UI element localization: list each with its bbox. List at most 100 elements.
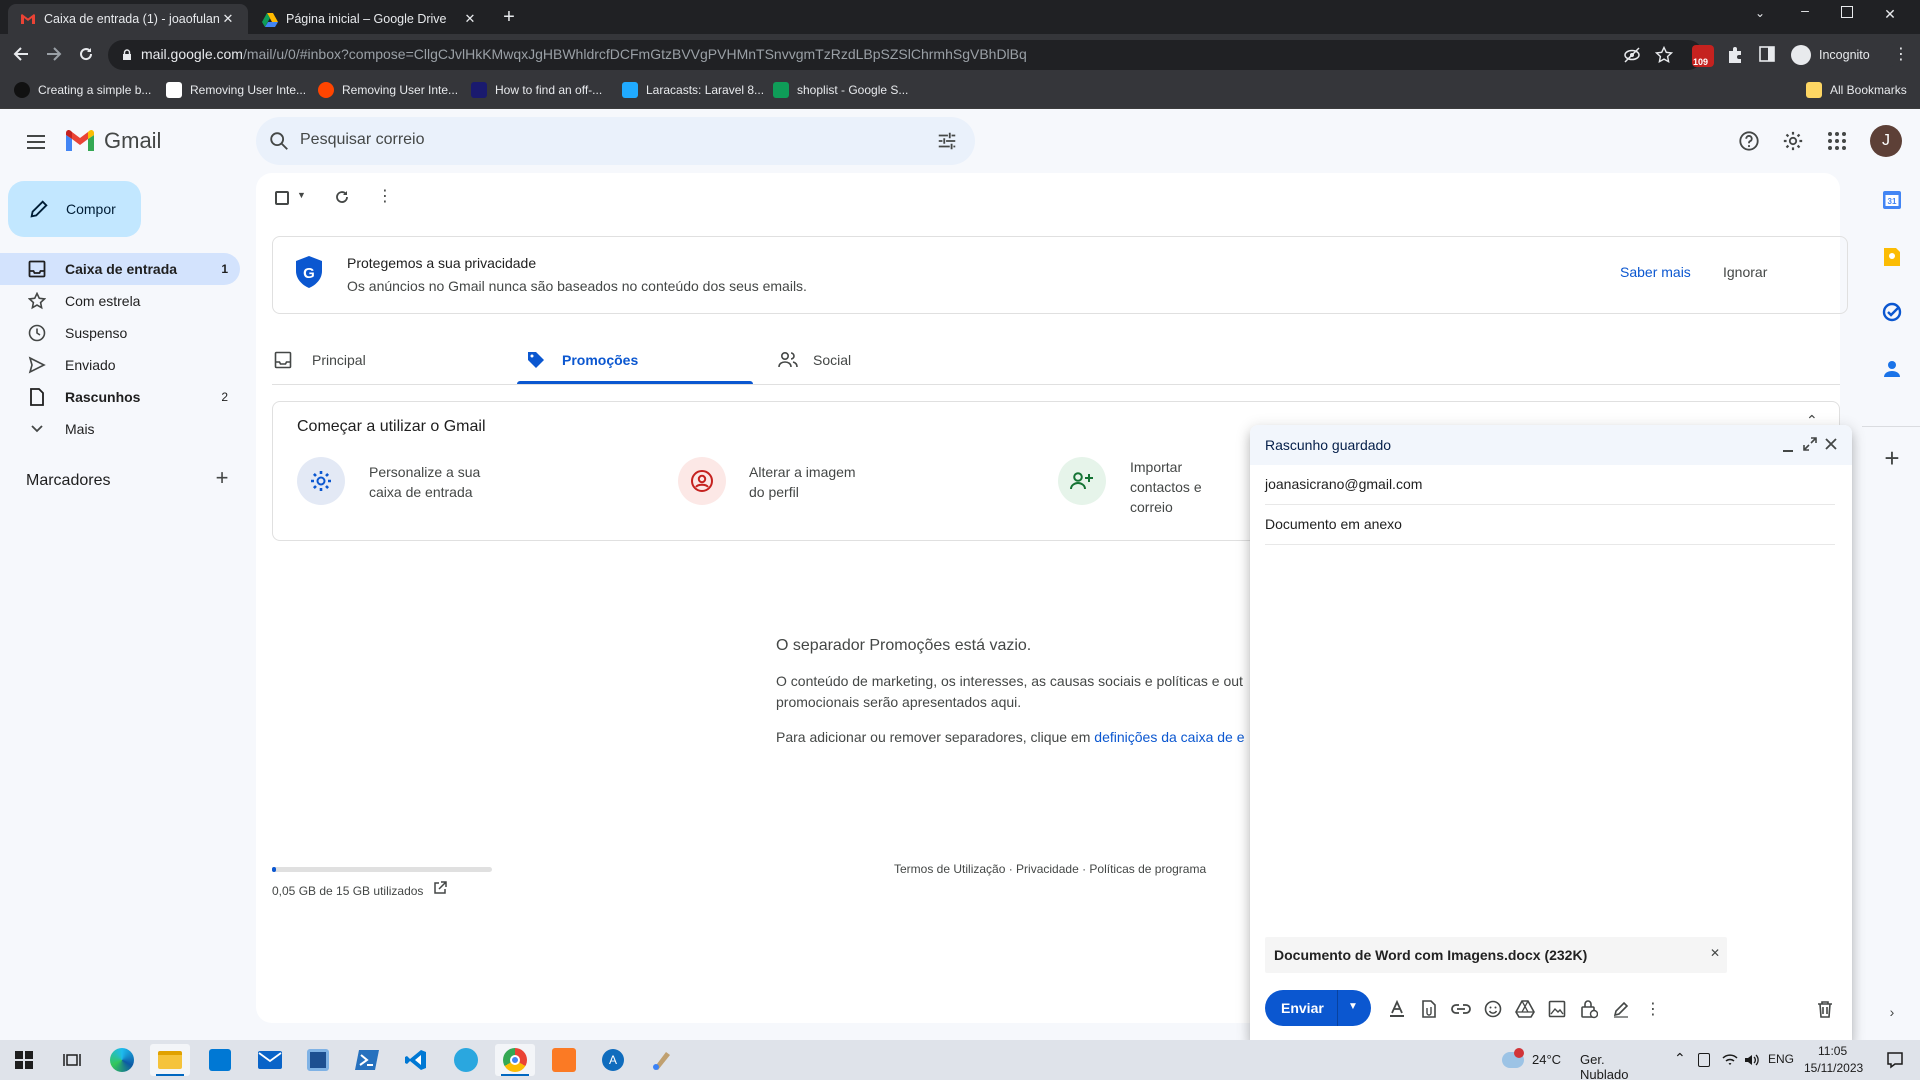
subject-field[interactable]: Documento em anexo bbox=[1265, 505, 1835, 545]
sidebar-item-snoozed[interactable]: Suspenso bbox=[0, 317, 240, 349]
confidential-mode-icon[interactable] bbox=[1577, 997, 1601, 1021]
microsoft-store-icon[interactable] bbox=[200, 1044, 240, 1076]
file-explorer-icon[interactable] bbox=[150, 1044, 190, 1076]
settings-gear-icon[interactable] bbox=[1782, 130, 1804, 152]
footer-links[interactable]: Termos de Utilização · Privacidade · Pol… bbox=[894, 862, 1206, 876]
paint-app-icon[interactable] bbox=[642, 1044, 682, 1076]
edge-browser-icon[interactable] bbox=[102, 1044, 142, 1076]
search-input[interactable]: Pesquisar correio bbox=[300, 131, 425, 149]
lock-icon[interactable] bbox=[121, 49, 133, 61]
customize-inbox-icon[interactable] bbox=[297, 457, 345, 505]
send-button[interactable]: Enviar ▼ bbox=[1265, 990, 1371, 1026]
close-window-button[interactable]: ✕ bbox=[1880, 6, 1900, 26]
to-field[interactable]: joanasicrano@gmail.com bbox=[1265, 465, 1835, 505]
notifications-icon[interactable] bbox=[1886, 1051, 1904, 1069]
input-language[interactable]: ENG bbox=[1768, 1052, 1794, 1066]
virtualbox-icon[interactable] bbox=[298, 1044, 338, 1076]
import-contacts-icon[interactable] bbox=[1058, 457, 1106, 505]
bookmark-item[interactable]: shoplist - Google S... bbox=[773, 82, 908, 98]
text-formatting-icon[interactable] bbox=[1385, 997, 1409, 1021]
insert-photo-icon[interactable] bbox=[1545, 997, 1569, 1021]
select-dropdown-icon[interactable]: ▼ bbox=[297, 190, 306, 200]
clock-date[interactable]: 15/11/2023 bbox=[1804, 1061, 1863, 1075]
wifi-icon[interactable] bbox=[1722, 1053, 1738, 1067]
help-icon[interactable] bbox=[1738, 130, 1760, 152]
bookmark-item[interactable]: Removing User Inte... bbox=[166, 82, 306, 98]
weather-temperature[interactable]: 24°C bbox=[1532, 1052, 1561, 1067]
search-options-icon[interactable] bbox=[936, 130, 958, 152]
close-icon[interactable] bbox=[1824, 437, 1838, 451]
more-options-icon[interactable]: ⋮ bbox=[377, 186, 393, 206]
powershell-icon[interactable] bbox=[347, 1044, 387, 1076]
new-tab-button[interactable]: + bbox=[498, 6, 520, 28]
send-options-icon[interactable]: ▼ bbox=[1348, 1001, 1358, 1012]
bookmark-item[interactable]: Laracasts: Laravel 8... bbox=[622, 82, 764, 98]
incognito-profile-button[interactable]: Incognito bbox=[1789, 43, 1899, 67]
bookmark-item[interactable]: Creating a simple b... bbox=[14, 82, 151, 98]
sidebar-item-inbox[interactable]: Caixa de entrada 1 bbox=[0, 253, 240, 285]
refresh-icon[interactable] bbox=[333, 188, 351, 206]
bookmark-item[interactable]: Removing User Inte... bbox=[318, 82, 458, 98]
attachment-chip[interactable]: Documento de Word com Imagens.docx (232K… bbox=[1265, 937, 1727, 973]
message-body[interactable] bbox=[1265, 547, 1835, 927]
weather-condition[interactable]: Ger. Nublado bbox=[1580, 1052, 1628, 1080]
customize-inbox-link[interactable]: Personalize a sua caixa de entrada bbox=[369, 462, 480, 502]
tab-promocoes[interactable]: Promoções bbox=[517, 336, 753, 384]
emoji-icon[interactable] bbox=[1481, 997, 1505, 1021]
extensions-puzzle-icon[interactable] bbox=[1726, 46, 1744, 64]
apps-grid-icon[interactable] bbox=[1827, 131, 1847, 151]
translator-app-icon[interactable]: A bbox=[593, 1044, 633, 1076]
search-icon[interactable] bbox=[268, 130, 290, 152]
chrome-browser-icon[interactable] bbox=[495, 1044, 535, 1076]
insert-link-icon[interactable] bbox=[1449, 997, 1473, 1021]
google-calendar-icon[interactable]: 31 bbox=[1880, 188, 1904, 212]
side-panel-icon[interactable] bbox=[1759, 46, 1775, 62]
profile-image-icon[interactable] bbox=[678, 457, 726, 505]
sidebar-item-more[interactable]: Mais bbox=[0, 413, 240, 445]
gmail-logo-icon[interactable] bbox=[64, 128, 96, 154]
bookmark-star-icon[interactable] bbox=[1655, 46, 1673, 64]
restore-window-button[interactable] bbox=[1841, 6, 1853, 18]
tab-search-icon[interactable]: ⌄ bbox=[1750, 6, 1770, 26]
bookmark-item[interactable]: How to find an off-... bbox=[471, 82, 602, 98]
google-contacts-icon[interactable] bbox=[1880, 357, 1904, 381]
google-keep-icon[interactable] bbox=[1880, 245, 1904, 269]
app-icon[interactable] bbox=[446, 1044, 486, 1076]
compose-button[interactable]: Compor bbox=[8, 181, 141, 237]
show-hidden-icons-icon[interactable]: ⌃ bbox=[1674, 1050, 1686, 1067]
chrome-menu-icon[interactable]: ⋮ bbox=[1893, 45, 1909, 65]
ignore-button[interactable]: Ignorar bbox=[1723, 264, 1767, 280]
forward-button[interactable] bbox=[40, 40, 68, 68]
browser-tab-drive[interactable]: Página inicial – Google Drive ✕ bbox=[250, 4, 490, 34]
change-profile-image-link[interactable]: Alterar a imagem do perfil bbox=[749, 462, 856, 502]
sidebar-item-starred[interactable]: Com estrela bbox=[0, 285, 240, 317]
main-menu-icon[interactable] bbox=[24, 130, 48, 154]
open-external-icon[interactable] bbox=[433, 881, 447, 895]
meet-now-icon[interactable] bbox=[1698, 1053, 1710, 1067]
eye-off-icon[interactable] bbox=[1623, 47, 1641, 63]
tab-social[interactable]: Social bbox=[778, 336, 1014, 384]
all-bookmarks-button[interactable]: All Bookmarks bbox=[1806, 82, 1907, 98]
google-drive-icon[interactable] bbox=[1513, 997, 1537, 1021]
learn-more-link[interactable]: Saber mais bbox=[1620, 264, 1691, 280]
fullscreen-icon[interactable] bbox=[1803, 437, 1817, 451]
remove-attachment-icon[interactable]: ✕ bbox=[1710, 946, 1720, 960]
task-view-icon[interactable] bbox=[52, 1044, 92, 1076]
back-button[interactable] bbox=[7, 40, 35, 68]
sidebar-item-sent[interactable]: Enviado bbox=[0, 349, 240, 381]
more-options-icon[interactable]: ⋮ bbox=[1641, 997, 1665, 1021]
windows-start-icon[interactable] bbox=[4, 1044, 44, 1076]
minimize-window-button[interactable]: – bbox=[1795, 2, 1815, 22]
discard-draft-trash-icon[interactable] bbox=[1813, 997, 1837, 1021]
signature-pen-icon[interactable] bbox=[1609, 997, 1633, 1021]
account-avatar[interactable]: J bbox=[1870, 125, 1902, 157]
browser-tab-gmail[interactable]: Caixa de entrada (1) - joaofulano ✕ bbox=[8, 4, 248, 34]
expand-side-panel-icon[interactable]: › bbox=[1880, 1000, 1904, 1024]
import-contacts-link[interactable]: Importar contactos e correio bbox=[1130, 457, 1202, 517]
get-addons-icon[interactable]: + bbox=[1880, 443, 1904, 473]
sidebar-item-drafts[interactable]: Rascunhos 2 bbox=[0, 381, 240, 413]
select-all-checkbox[interactable] bbox=[275, 191, 289, 205]
reload-button[interactable] bbox=[72, 40, 100, 68]
minimize-icon[interactable] bbox=[1782, 441, 1794, 453]
clock-time[interactable]: 11:05 bbox=[1818, 1044, 1847, 1058]
